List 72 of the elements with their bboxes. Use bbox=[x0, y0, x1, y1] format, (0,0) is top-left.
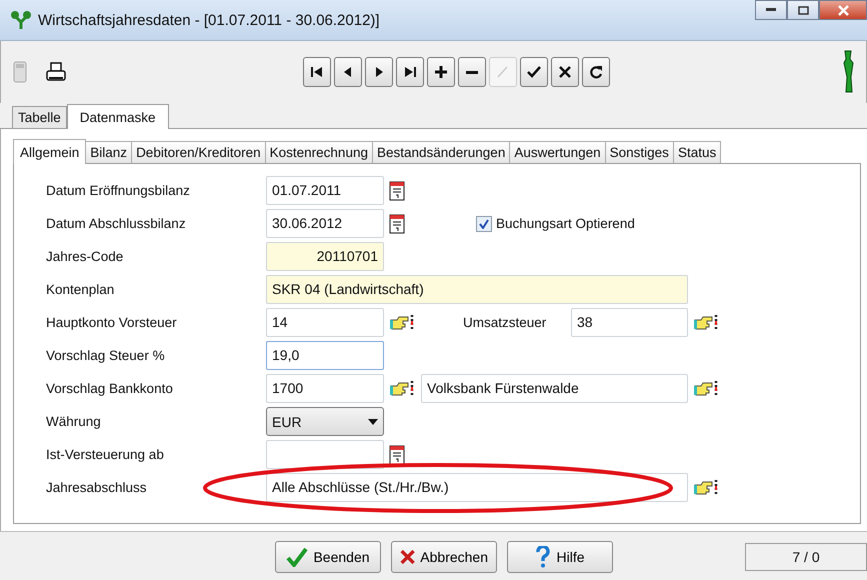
tab[interactable]: Sonstiges bbox=[604, 141, 674, 163]
first-record-button[interactable] bbox=[303, 57, 331, 87]
minus-icon bbox=[466, 70, 478, 74]
pointing-hand-icon[interactable] bbox=[693, 378, 719, 398]
input-field[interactable]: Volksbank Fürstenwalde bbox=[421, 374, 688, 403]
field-label: Jahres-Code bbox=[46, 249, 124, 264]
calendar-icon[interactable] bbox=[389, 444, 405, 464]
checkbox-label: Buchungsart Optierend bbox=[496, 216, 635, 231]
printer-icon[interactable] bbox=[45, 61, 67, 83]
tab[interactable]: Bestandsänderungen bbox=[372, 141, 510, 163]
check-button[interactable] bbox=[520, 57, 548, 87]
input-field[interactable]: 01.07.2011 bbox=[266, 176, 384, 205]
field-label: Kontenplan bbox=[46, 282, 116, 297]
maximize-button[interactable] bbox=[787, 0, 819, 20]
next-button[interactable] bbox=[365, 57, 393, 87]
figure-icon bbox=[842, 50, 854, 94]
tab[interactable]: Auswertungen bbox=[509, 141, 606, 163]
input-field[interactable] bbox=[266, 440, 384, 469]
input-field[interactable]: 1700 bbox=[266, 374, 384, 403]
refresh-button[interactable] bbox=[582, 57, 610, 87]
pointing-hand-icon[interactable] bbox=[693, 478, 719, 498]
cross-icon bbox=[400, 548, 416, 566]
minimize-icon bbox=[766, 8, 776, 12]
view-tab[interactable]: Datenmaske bbox=[66, 104, 169, 129]
plus-icon bbox=[432, 63, 450, 81]
refresh-icon bbox=[587, 63, 605, 81]
minimize-button[interactable] bbox=[755, 0, 787, 20]
input-field[interactable]: 19,0 bbox=[266, 341, 384, 370]
field-label: Umsatzsteuer bbox=[462, 315, 548, 330]
pointing-hand-icon[interactable] bbox=[389, 312, 415, 332]
previous-button[interactable] bbox=[334, 57, 362, 87]
input-field[interactable]: 14 bbox=[266, 308, 384, 337]
field-label: Vorschlag Bankkonto bbox=[46, 381, 174, 396]
tab[interactable]: Kostenrechnung bbox=[264, 141, 373, 163]
field-label: Hauptkonto Vorsteuer bbox=[46, 315, 178, 330]
field-label: Währung bbox=[46, 414, 102, 429]
pointing-hand-icon[interactable] bbox=[693, 312, 719, 332]
question-icon bbox=[535, 546, 552, 568]
last-record-button[interactable] bbox=[396, 57, 424, 87]
field-label: Ist-Versteuerung ab bbox=[46, 447, 165, 462]
input-field[interactable]: 38 bbox=[571, 308, 688, 337]
input-field[interactable]: Alle Abschlüsse (St./Hr./Bw.) bbox=[266, 473, 688, 502]
input-field[interactable]: 20110701 bbox=[266, 242, 384, 271]
cancel-button[interactable]: Abbrechen bbox=[391, 541, 497, 573]
pointing-hand-icon[interactable] bbox=[389, 378, 415, 398]
view-tab[interactable]: Tabelle bbox=[12, 106, 67, 128]
field-label: Vorschlag Steuer % bbox=[46, 348, 166, 363]
tab[interactable]: Allgemein bbox=[13, 139, 86, 164]
calendar-icon[interactable] bbox=[389, 214, 405, 234]
currency-dropdown[interactable]: EUR bbox=[266, 407, 384, 436]
input-field[interactable]: 30.06.2012 bbox=[266, 209, 384, 238]
app-logo-icon bbox=[10, 10, 32, 30]
field-label: Jahresabschluss bbox=[46, 480, 148, 495]
record-counter: 7 / 0 bbox=[745, 543, 867, 571]
field-label: Datum Abschlussbilanz bbox=[46, 216, 187, 231]
caret-icon bbox=[368, 418, 378, 424]
tab[interactable]: Bilanz bbox=[85, 141, 132, 163]
window-title: Wirtschaftsjahresdaten - [01.07.2011 - 30.06.2012)] bbox=[38, 12, 381, 28]
maximize-icon bbox=[798, 6, 808, 14]
minus-button[interactable] bbox=[458, 57, 486, 87]
input-field[interactable]: SKR 04 (Landwirtschaft) bbox=[266, 275, 688, 304]
close-button[interactable] bbox=[551, 57, 579, 87]
tab[interactable]: Debitoren/Kreditoren bbox=[131, 141, 266, 163]
calendar-icon[interactable] bbox=[389, 180, 405, 200]
close-icon bbox=[838, 4, 848, 16]
help-button[interactable]: Hilfe bbox=[507, 541, 613, 573]
check-icon bbox=[286, 547, 308, 567]
tab[interactable]: Status bbox=[672, 141, 722, 163]
plus-button[interactable] bbox=[427, 57, 455, 87]
finish-button[interactable]: Beenden bbox=[275, 541, 381, 573]
checkbox[interactable] bbox=[476, 216, 492, 232]
field-label: Datum Eröffnungsbilanz bbox=[46, 183, 191, 198]
